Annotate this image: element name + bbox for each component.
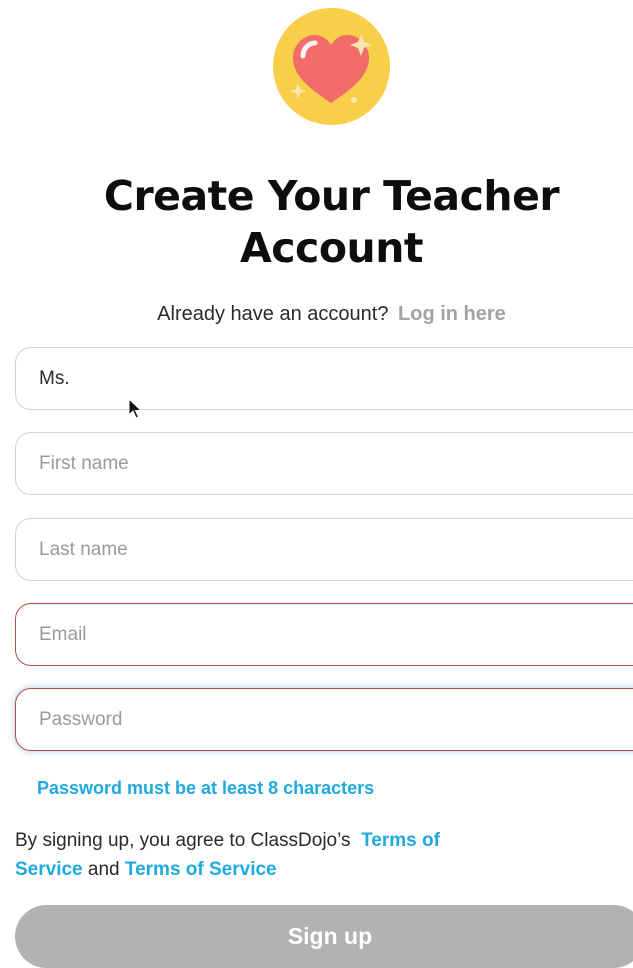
password-hint: Password must be at least 8 characters (37, 778, 375, 798)
login-prompt: Already have an account? Log in here (0, 300, 633, 328)
login-link[interactable]: Log in here (398, 303, 506, 325)
login-prompt-text: Already have an account? (157, 303, 389, 325)
heart-sparkle-icon (273, 8, 390, 125)
terms-link-line1[interactable]: Terms of (361, 830, 440, 851)
email-input[interactable] (15, 603, 633, 666)
terms-and: and (87, 859, 120, 880)
page-title-line2: Account (240, 224, 423, 272)
terms-of-service-link-2[interactable]: Terms of Service (125, 859, 277, 880)
page-title: Create Your Teacher Account (0, 170, 633, 274)
terms-text: By signing up, you agree to ClassDojo’s … (15, 826, 535, 884)
page-title-line1: Create Your Teacher (103, 172, 560, 220)
password-input[interactable] (15, 688, 633, 751)
last-name-input[interactable] (15, 518, 633, 581)
title-select[interactable] (15, 347, 633, 410)
terms-prefix: By signing up, you agree to ClassDojo’s (15, 830, 351, 851)
terms-link-line2[interactable]: Service (15, 859, 83, 880)
first-name-input[interactable] (15, 432, 633, 495)
mouse-pointer-icon (128, 398, 142, 419)
signup-button[interactable]: Sign up (15, 905, 633, 968)
